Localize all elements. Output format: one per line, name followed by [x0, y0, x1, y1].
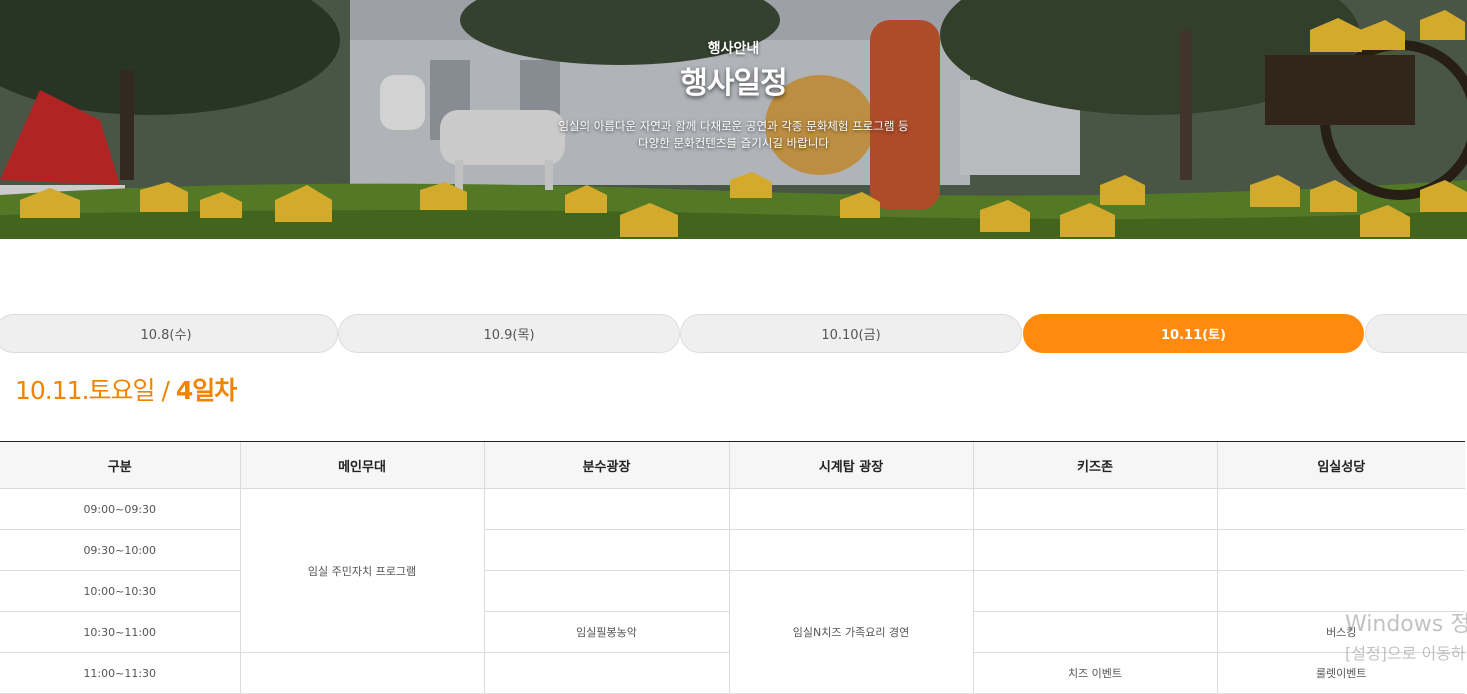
column-header-clocktower-plaza: 시계탑 광장 — [728, 441, 973, 489]
time-cell: 10:00~10:30 — [0, 570, 240, 612]
clocktower-cell — [728, 529, 973, 571]
tab-date-3[interactable]: 10.10(금) — [680, 314, 1022, 353]
tab-date-5[interactable] — [1365, 314, 1467, 353]
time-cell: 09:30~10:00 — [0, 529, 240, 571]
heading-separator: / — [154, 376, 176, 405]
kids-zone-cell — [972, 570, 1217, 612]
clocktower-program-cell: 임실N치즈 가족요리 경연 — [728, 570, 973, 694]
fountain-cell — [483, 529, 729, 571]
fountain-cell — [483, 488, 729, 530]
table-row: 09:00~09:30 임실 주민자치 프로그램 — [0, 488, 1465, 653]
cathedral-cell — [1216, 529, 1465, 571]
hero-description-line-1: 임실의 아름다운 자연과 함께 다채로운 공연과 각종 문화체험 프로그램 등 — [558, 119, 909, 133]
hero-description-line-2: 다양한 문화컨텐츠를 즐기시길 바랍니다 — [638, 136, 829, 150]
kids-zone-program-cell: 치즈 이벤트 — [972, 652, 1217, 694]
time-cell: 10:30~11:00 — [0, 611, 240, 653]
cathedral-program-cell: 룰렛이벤트 — [1216, 652, 1465, 694]
column-header-main-stage: 메인무대 — [239, 441, 484, 489]
page-title: 행사일정 — [680, 66, 787, 101]
hero-description: 임실의 아름다운 자연과 함께 다채로운 공연과 각종 문화체험 프로그램 등 … — [0, 118, 1467, 152]
clocktower-cell — [728, 488, 973, 530]
kids-zone-cell — [972, 488, 1217, 530]
tab-date-2[interactable]: 10.9(목) — [338, 314, 680, 353]
column-header-imsil-cathedral: 임실성당 — [1216, 441, 1465, 489]
hero-banner: 행사안내 행사일정 임실의 아름다운 자연과 함께 다채로운 공연과 각종 문화… — [0, 0, 1467, 239]
heading-date: 10.11.토요일 — [15, 376, 156, 405]
fountain-cell — [483, 652, 729, 694]
kids-zone-cell — [972, 529, 1217, 571]
main-stage-cell — [239, 652, 484, 694]
cathedral-cell — [1216, 488, 1465, 530]
tab-date-4-active[interactable]: 10.11(토) — [1023, 314, 1364, 353]
main-stage-program-cell: 임실 주민자치 프로그램 — [239, 488, 484, 653]
column-header-category: 구분 — [0, 441, 240, 489]
hero-subtitle: 행사안내 — [707, 41, 760, 57]
cathedral-cell — [1216, 570, 1465, 612]
table-row: 09:30~10:00 — [0, 529, 1465, 571]
kids-zone-cell — [972, 611, 1217, 653]
table-header-row: 구분 메인무대 분수광장 시계탑 광장 키즈존 임실성당 — [0, 441, 1465, 489]
date-tabs: 10.8(수) 10.9(목) 10.10(금) 10.11(토) — [0, 314, 1467, 353]
schedule-table: 구분 메인무대 분수광장 시계탑 광장 키즈존 임실성당 09:00~09:30… — [0, 441, 1465, 694]
schedule-day-heading: 10.11.토요일 / 4일차 — [15, 371, 237, 407]
fountain-program-cell: 임실필봉농악 — [483, 611, 729, 653]
tab-date-1[interactable]: 10.8(수) — [0, 314, 338, 353]
time-cell: 11:00~11:30 — [0, 652, 240, 694]
heading-day-number: 4일차 — [175, 376, 237, 405]
fountain-cell — [483, 570, 729, 612]
cathedral-program-cell: 버스킹 — [1216, 611, 1465, 653]
time-cell: 09:00~09:30 — [0, 488, 240, 530]
table-row: 10:00~10:30 임실N치즈 가족요리 경연 — [0, 570, 1465, 694]
column-header-fountain-plaza: 분수광장 — [483, 441, 729, 489]
column-header-kids-zone: 키즈존 — [972, 441, 1217, 489]
